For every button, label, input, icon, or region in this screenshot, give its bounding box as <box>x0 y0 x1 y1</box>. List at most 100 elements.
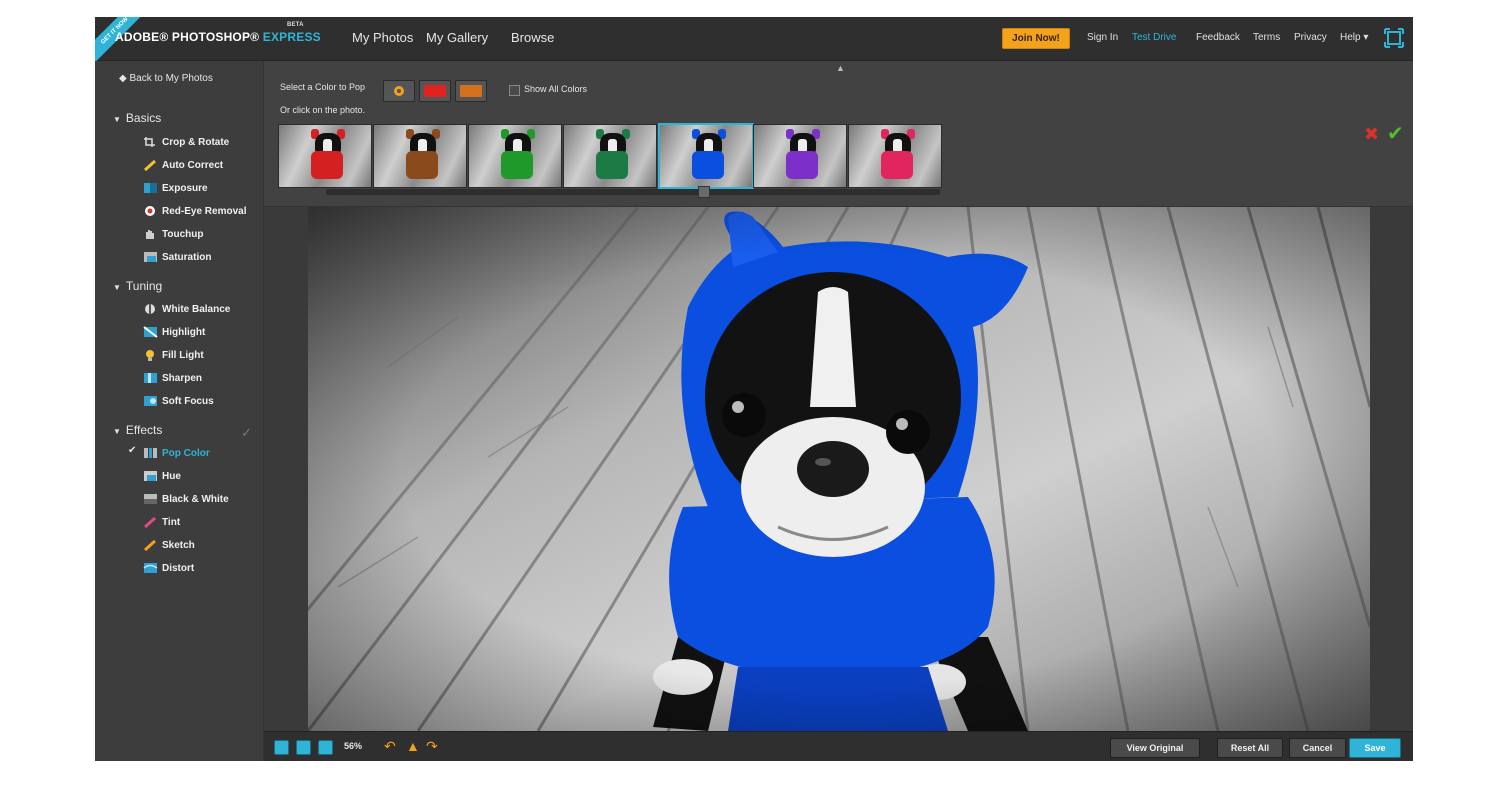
accept-effect-icon[interactable]: ✔ <box>1387 121 1404 146</box>
tool-highlight[interactable]: Highlight <box>143 325 205 341</box>
color-picker-button[interactable] <box>383 80 415 102</box>
thumb-hood <box>501 151 533 179</box>
zoom-level: 56% <box>344 741 363 751</box>
tool-soft-focus[interactable]: Soft Focus <box>143 394 214 410</box>
nav-browse[interactable]: Browse <box>511 30 554 45</box>
tool-crop-rotate[interactable]: Crop & Rotate <box>143 135 229 151</box>
color-thumbnail[interactable] <box>278 124 372 188</box>
saturation-icon <box>144 252 157 263</box>
color-thumbnail[interactable] <box>658 123 754 189</box>
thumb-hood <box>786 151 818 179</box>
history-up-icon[interactable]: ▲ <box>406 738 420 754</box>
tool-sharpen[interactable]: Sharpen <box>143 371 202 387</box>
click-photo-hint: Or click on the photo. <box>280 105 366 115</box>
redo-icon[interactable]: ↷ <box>426 738 438 755</box>
black-white-icon <box>144 494 157 505</box>
view-fit-icon[interactable] <box>274 740 289 755</box>
photoshop-express-window: GET IT NOW ADOBE® PHOTOSHOP® EXPRESS BET… <box>95 17 1413 761</box>
wand-icon <box>143 160 157 172</box>
terms-link[interactable]: Terms <box>1253 32 1280 43</box>
collapse-panel-icon[interactable]: ▲ <box>836 63 845 73</box>
swatch-red <box>424 85 446 97</box>
tool-touchup[interactable]: Touchup <box>143 227 203 243</box>
color-thumbnail[interactable] <box>848 124 942 188</box>
tool-white-balance[interactable]: White Balance <box>143 302 230 318</box>
test-drive-link[interactable]: Test Drive <box>1132 32 1176 43</box>
exposure-icon <box>144 183 157 194</box>
color-thumbnail[interactable] <box>468 124 562 188</box>
thumb-hood <box>311 151 343 179</box>
nav-my-photos[interactable]: My Photos <box>352 30 413 45</box>
select-color-label: Select a Color to Pop <box>280 82 366 92</box>
help-menu[interactable]: Help ▾ <box>1340 32 1368 43</box>
tool-hue[interactable]: Hue <box>143 469 181 485</box>
feedback-link[interactable]: Feedback <box>1196 32 1240 43</box>
fullscreen-icon[interactable] <box>1384 28 1404 48</box>
top-bar: GET IT NOW ADOBE® PHOTOSHOP® EXPRESS BET… <box>95 17 1413 65</box>
white-balance-icon <box>145 304 155 315</box>
eyedropper-icon <box>394 86 404 96</box>
logo-brand: ADOBE® PHOTOSHOP® <box>115 30 260 44</box>
thumb-hood <box>692 151 724 179</box>
logo-beta: BETA <box>287 22 304 28</box>
highlight-icon <box>143 326 158 339</box>
tool-pop-color[interactable]: Pop Color <box>143 446 210 462</box>
app-logo: ADOBE® PHOTOSHOP® EXPRESS BETA <box>115 22 321 44</box>
pop-color-options-panel: ▲ Select a Color to Pop Or click on the … <box>264 61 1413 207</box>
scrollbar-thumb[interactable] <box>698 186 710 198</box>
photo-canvas <box>264 207 1413 731</box>
color-thumbnail[interactable] <box>373 124 467 188</box>
tool-tint[interactable]: Tint <box>143 515 180 531</box>
thumb-hood <box>881 151 913 179</box>
sign-in-link[interactable]: Sign In <box>1087 32 1118 43</box>
hand-icon <box>146 230 154 240</box>
pencil-icon <box>143 540 157 552</box>
expand-arrow-icon: ▼ <box>113 283 121 292</box>
show-all-colors-checkbox[interactable] <box>509 85 520 96</box>
tint-brush-icon <box>143 517 157 529</box>
pop-color-icon <box>144 448 157 459</box>
section-tuning[interactable]: ▼ Tuning <box>113 279 162 293</box>
tool-fill-light[interactable]: Fill Light <box>143 348 204 364</box>
tools-sidebar: ◆ Back to My Photos ▼ Basics Crop & Rotat… <box>95 61 264 761</box>
expand-arrow-icon: ▼ <box>113 427 121 436</box>
join-now-button[interactable]: Join Now! <box>1002 28 1070 49</box>
thumb-hood <box>406 151 438 179</box>
hue-icon <box>144 471 157 482</box>
tool-saturation[interactable]: Saturation <box>143 250 211 266</box>
undo-icon[interactable]: ↶ <box>384 738 396 755</box>
tool-distort[interactable]: Distort <box>143 561 194 577</box>
cancel-button[interactable]: Cancel <box>1289 738 1346 758</box>
edited-photo[interactable] <box>308 207 1370 731</box>
tool-black-white[interactable]: Black & White <box>143 492 229 508</box>
nav-my-gallery[interactable]: My Gallery <box>426 30 488 45</box>
view-zoom-icon[interactable] <box>318 740 333 755</box>
sharpen-icon <box>144 373 157 384</box>
reset-all-button[interactable]: Reset All <box>1217 738 1283 758</box>
show-all-colors-label: Show All Colors <box>524 84 588 94</box>
lightbulb-icon <box>146 350 154 362</box>
crop-icon <box>144 137 155 148</box>
color-thumbnail[interactable] <box>753 124 847 188</box>
save-button[interactable]: Save <box>1349 738 1401 758</box>
color-thumbnail[interactable] <box>563 124 657 188</box>
back-to-my-photos-link[interactable]: ◆ Back to My Photos <box>119 73 213 84</box>
swatch-orange <box>460 85 482 97</box>
swatch-orange-button[interactable] <box>455 80 487 102</box>
logo-express: EXPRESS <box>262 30 321 44</box>
cancel-effect-icon[interactable]: ✖ <box>1364 124 1379 145</box>
distort-icon <box>143 563 158 574</box>
tool-exposure[interactable]: Exposure <box>143 181 208 197</box>
red-eye-icon <box>145 206 155 217</box>
tool-red-eye-removal[interactable]: Red-Eye Removal <box>143 204 246 220</box>
view-actual-icon[interactable] <box>296 740 311 755</box>
tool-sketch[interactable]: Sketch <box>143 538 195 554</box>
bottom-toolbar: 56% ↶ ▲ ↷ View Original Reset All Cancel… <box>264 731 1413 761</box>
tool-auto-correct[interactable]: Auto Correct <box>143 158 223 174</box>
swatch-red-button[interactable] <box>419 80 451 102</box>
privacy-link[interactable]: Privacy <box>1294 32 1327 43</box>
view-original-button[interactable]: View Original <box>1110 738 1200 758</box>
thumbnail-scrollbar[interactable] <box>326 189 940 195</box>
section-basics[interactable]: ▼ Basics <box>113 111 161 125</box>
section-effects[interactable]: ▼ Effects <box>113 423 162 437</box>
